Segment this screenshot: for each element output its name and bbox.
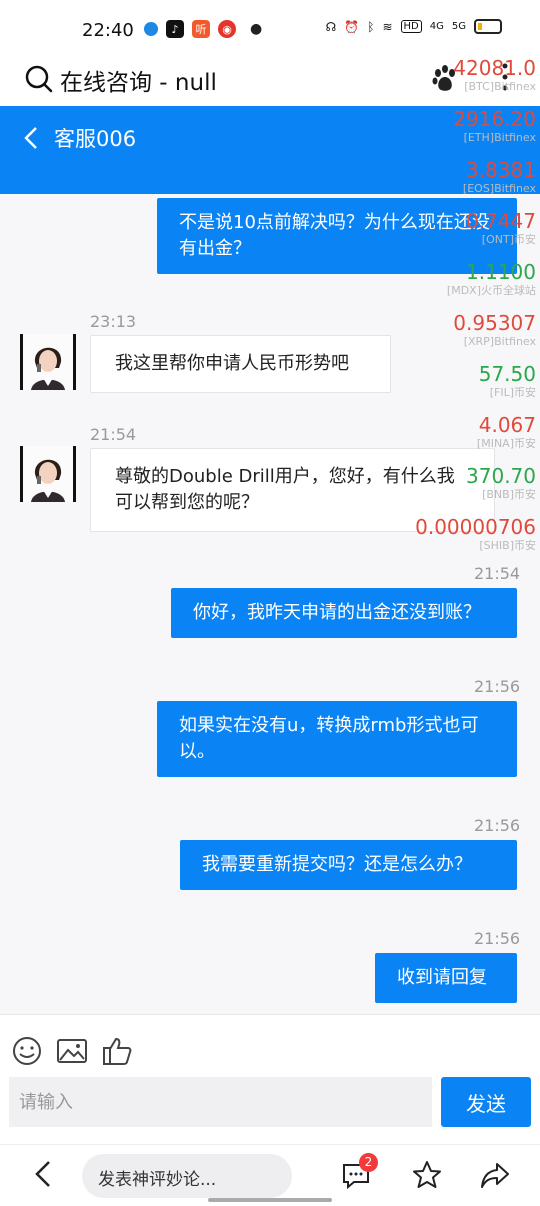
ticker-label: [ETH]Bitfinex: [463, 131, 536, 144]
status-bar: 22:40 ♪ 听 ◉ ● ☊ ⏰ ᛒ ≋ HD 4G 5G: [0, 0, 540, 58]
bluetooth-icon: ᛒ: [367, 19, 375, 34]
ticker-value: 57.50: [478, 362, 536, 386]
ticker-shib: 0.00000706 [SHIB]币安: [415, 515, 536, 553]
outgoing-message[interactable]: 收到请回复: [375, 953, 517, 1003]
message-timestamp: 21:54: [90, 425, 137, 444]
agent-avatar: [20, 446, 76, 502]
ticker-mina: 4.067 [MINA]币安: [477, 413, 536, 451]
ticker-value: 0.7447: [466, 209, 536, 233]
system-indicators: ☊ ⏰ ᛒ ≋ HD 4G 5G: [326, 19, 502, 34]
send-button[interactable]: 发送: [441, 1077, 531, 1127]
ticker-label: [MINA]币安: [476, 437, 536, 450]
outgoing-message[interactable]: 你好，我昨天申请的出金还没到账？: [171, 588, 517, 638]
incoming-message[interactable]: 我这里帮你申请人民币形势吧: [90, 335, 391, 393]
ticker-fil: 57.50 [FIL]币安: [479, 362, 536, 400]
ticker-value: 3.8381: [466, 158, 536, 182]
ticker-ont: 0.7447 [ONT]币安: [466, 209, 536, 247]
ticker-value: 4.067: [478, 413, 536, 437]
ticker-label: [SHIB]币安: [479, 539, 536, 552]
ticker-label: [XRP]Bitfinex: [463, 335, 536, 348]
ticker-bnb: 370.70 [BNB]币安: [466, 464, 536, 502]
weibo-app-icon: ◉: [218, 20, 236, 38]
back-arrow-icon[interactable]: [22, 126, 42, 150]
ticker-label: [BNB]币安: [482, 488, 536, 501]
message-text: 我需要重新提交吗？还是怎么办？: [202, 854, 472, 875]
ticker-label: [MDX]火币全球站: [446, 284, 536, 297]
ticker-label: [FIL]币安: [489, 386, 536, 399]
ting-app-icon: 听: [192, 20, 210, 38]
message-timestamp: 21:56: [474, 929, 521, 948]
ticker-value: 42081.0: [453, 56, 536, 80]
home-indicator: [208, 1198, 332, 1202]
ticker-btc: 42081.0 [BTC]Bitfinex: [453, 56, 536, 94]
outgoing-message[interactable]: 我需要重新提交吗？还是怎么办？: [180, 840, 517, 890]
message-text: 你好，我昨天申请的出金还没到账？: [193, 602, 481, 623]
emoji-icon[interactable]: [11, 1035, 43, 1067]
hd-icon: HD: [400, 20, 422, 33]
message-timestamp: 21:56: [474, 816, 521, 835]
ticker-mdx: 1.1100 [MDX]火币全球站: [447, 260, 536, 298]
signal-4g-icon: 4G: [429, 21, 444, 32]
ticker-value: 2916.20: [453, 107, 536, 131]
ticker-label: [BTC]Bitfinex: [464, 80, 536, 93]
status-time: 22:40: [82, 20, 134, 41]
ticker-eth: 2916.20 [ETH]Bitfinex: [453, 107, 536, 145]
search-icon[interactable]: [24, 64, 54, 94]
ticker-eos: 3.8381 [EOS]Bitfinex: [463, 158, 536, 196]
ticker-label: [EOS]Bitfinex: [462, 182, 536, 195]
nfc-icon: ☊: [325, 19, 337, 34]
ticker-value: 370.70: [466, 464, 536, 488]
ticker-value: 0.95307: [453, 311, 536, 335]
message-input[interactable]: [9, 1077, 432, 1127]
thumbs-up-icon[interactable]: [101, 1035, 133, 1067]
image-icon[interactable]: [56, 1035, 88, 1067]
back-icon[interactable]: [32, 1159, 54, 1189]
share-icon[interactable]: [479, 1159, 511, 1191]
browser-app-icon: [144, 22, 158, 36]
comment-count-badge: 2: [359, 1153, 378, 1172]
alarm-icon: ⏰: [344, 19, 360, 34]
more-notifications-icon: ●: [250, 21, 263, 37]
ticker-xrp: 0.95307 [XRP]Bitfinex: [453, 311, 536, 349]
browser-bottom-bar: 发表神评妙论... 2: [0, 1144, 540, 1206]
ticker-value: 0.00000706: [415, 515, 536, 539]
message-composer: 发送: [0, 1014, 540, 1144]
signal-5g-icon: 5G: [451, 21, 466, 32]
agent-avatar: [20, 334, 76, 390]
message-text: 我这里帮你申请人民币形势吧: [115, 353, 349, 374]
message-text: 如果实在没有u，转换成rmb形式也可以。: [179, 715, 479, 762]
outgoing-message[interactable]: 如果实在没有u，转换成rmb形式也可以。: [157, 701, 517, 777]
wifi-icon: ≋: [382, 19, 393, 34]
message-text: 尊敬的Double Drill用户，您好，有什么我可以帮到您的呢？: [115, 466, 455, 513]
comment-input[interactable]: 发表神评妙论...: [82, 1154, 292, 1198]
star-icon[interactable]: [411, 1159, 443, 1191]
message-timestamp: 21:54: [474, 564, 521, 583]
ticker-label: [ONT]币安: [481, 233, 536, 246]
message-timestamp: 21:56: [474, 677, 521, 696]
message-timestamp: 23:13: [90, 312, 137, 331]
ticker-value: 1.1100: [466, 260, 536, 284]
douyin-app-icon: ♪: [166, 20, 184, 38]
chat-title: 客服006: [54, 127, 137, 151]
notification-icons: ♪ 听 ◉ ●: [144, 20, 262, 38]
message-text: 收到请回复: [397, 967, 487, 988]
battery-icon: [474, 19, 502, 34]
message-text: 不是说10点前解决吗？为什么现在还没有出金？: [179, 212, 490, 259]
page-title: 在线咨询 - null: [60, 70, 217, 96]
